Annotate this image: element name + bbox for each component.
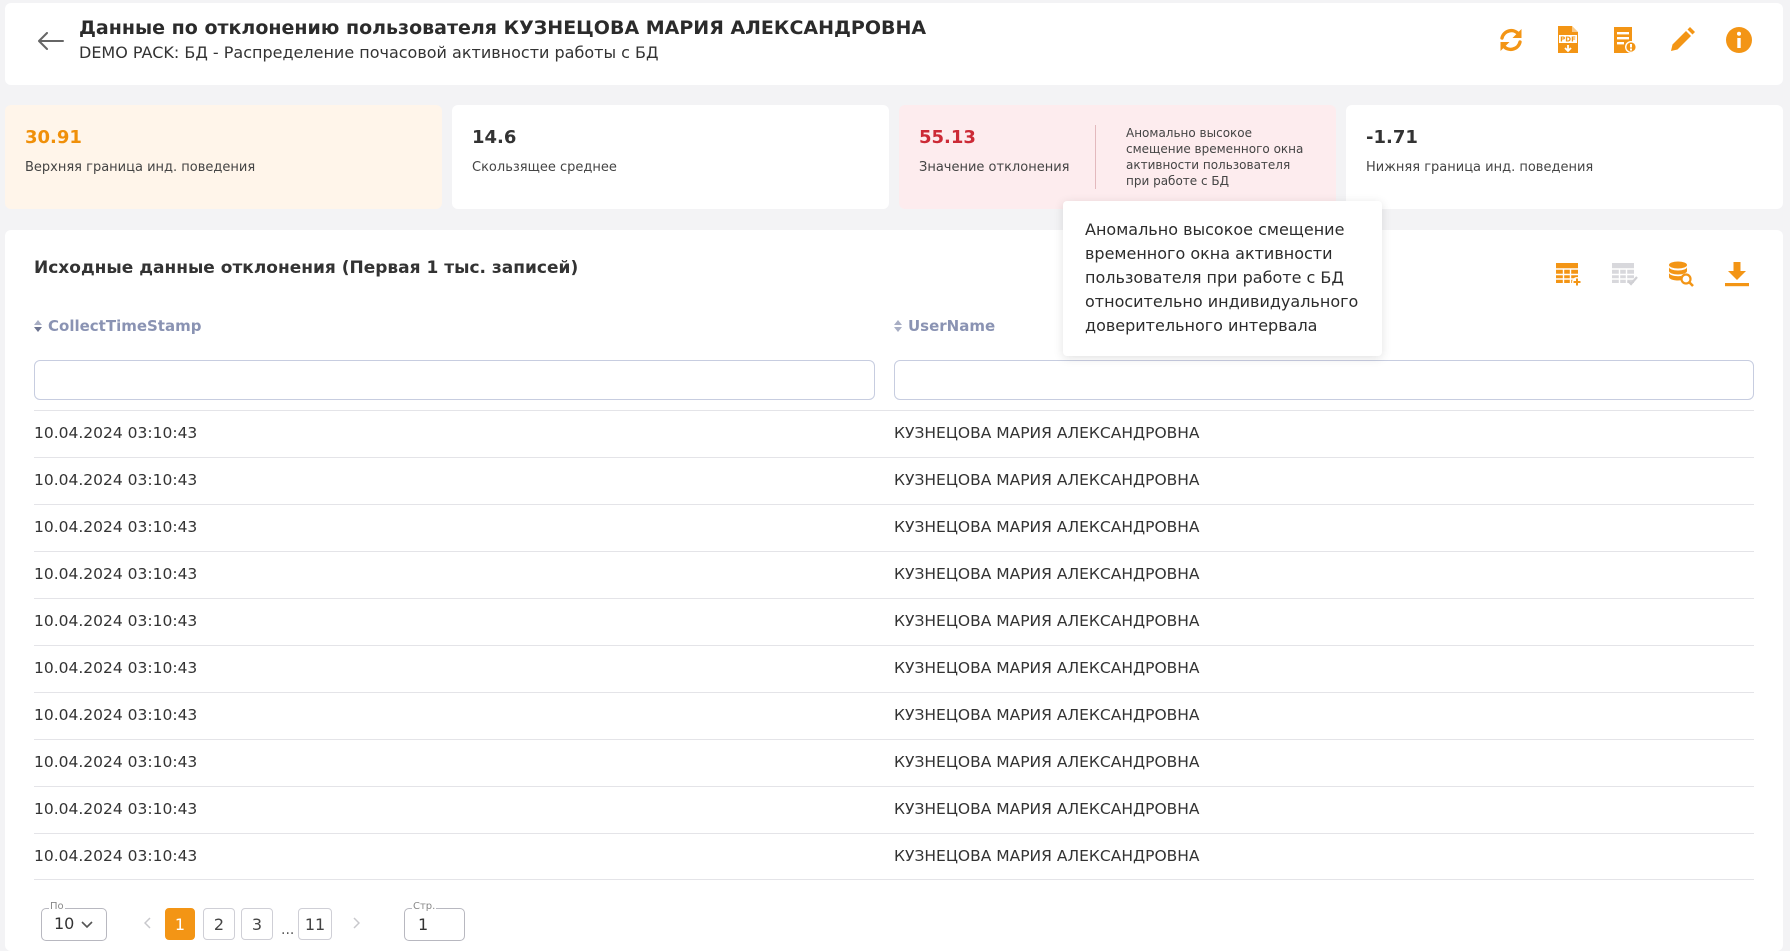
info-button[interactable] — [1723, 23, 1755, 57]
moving-average-value: 14.6 — [472, 127, 517, 148]
download-icon — [1725, 262, 1749, 287]
table-add-icon — [1556, 263, 1582, 287]
chevron-right-icon — [353, 917, 361, 929]
cell-timestamp: 10.04.2024 03:10:43 — [34, 800, 198, 818]
download-button[interactable] — [1721, 258, 1753, 290]
table-row[interactable]: 10.04.2024 03:10:43 КУЗНЕЦОВА МАРИЯ АЛЕКС… — [34, 739, 1754, 786]
panel-title: Исходные данные отклонения (Первая 1 тыс… — [34, 258, 579, 278]
deviation-card[interactable]: 55.13 Значение отклонения Аномально высо… — [899, 105, 1336, 209]
lower-bound-card: -1.71 Нижняя граница инд. поведения — [1346, 105, 1783, 209]
upper-bound-label: Верхняя граница инд. поведения — [25, 160, 256, 175]
table-row[interactable]: 10.04.2024 03:10:43 КУЗНЕЦОВА МАРИЯ АЛЕКС… — [34, 504, 1754, 551]
cell-timestamp: 10.04.2024 03:10:43 — [34, 659, 198, 677]
per-page-select[interactable]: По 10 — [41, 901, 107, 941]
report-icon — [1614, 27, 1637, 53]
cell-timestamp: 10.04.2024 03:10:43 — [34, 565, 198, 583]
pdf-export-icon: PDF — [1558, 26, 1578, 53]
page-number-input[interactable]: Стр. 1 — [404, 901, 465, 941]
cell-username: КУЗНЕЦОВА МАРИЯ АЛЕКСАНДРОВНА — [894, 471, 1200, 489]
upper-bound-card: 30.91 Верхняя граница инд. поведения — [5, 105, 442, 209]
cell-timestamp: 10.04.2024 03:10:43 — [34, 612, 198, 630]
column-header-username[interactable]: UserName — [894, 317, 995, 335]
cell-username: КУЗНЕЦОВА МАРИЯ АЛЕКСАНДРОВНА — [894, 659, 1200, 677]
page-button-2[interactable]: 2 — [203, 908, 235, 940]
column-label: UserName — [908, 317, 996, 335]
sort-icon — [894, 320, 902, 332]
lower-bound-label: Нижняя граница инд. поведения — [1366, 160, 1594, 175]
edit-icon — [1671, 27, 1695, 51]
upper-bound-value: 30.91 — [25, 127, 82, 148]
pagination-ellipsis: ... — [281, 922, 295, 938]
deviation-label: Значение отклонения — [919, 160, 1070, 175]
next-page-button[interactable] — [352, 917, 361, 933]
prev-page-button[interactable] — [143, 917, 152, 933]
table-check-icon — [1612, 263, 1638, 286]
pagination: По 10 1 2 3 ... 11 Стр. 1 — [34, 901, 1034, 943]
page-button-1[interactable]: 1 — [165, 908, 195, 940]
cell-timestamp: 10.04.2024 03:10:43 — [34, 847, 198, 865]
page-subtitle: DEMO PACK: БД - Распределение почасовой … — [79, 43, 659, 62]
deviation-tooltip: Аномально высокое смещение временного ок… — [1063, 201, 1382, 356]
refresh-button[interactable] — [1495, 23, 1527, 57]
chevron-left-icon — [143, 917, 151, 929]
page-input-value: 1 — [418, 915, 429, 934]
table-row[interactable]: 10.04.2024 03:10:43 КУЗНЕЦОВА МАРИЯ АЛЕКС… — [34, 457, 1754, 504]
info-icon — [1726, 27, 1752, 53]
card-divider — [1095, 125, 1096, 189]
table-row[interactable]: 10.04.2024 03:10:43 КУЗНЕЦОВА МАРИЯ АЛЕКС… — [34, 410, 1754, 457]
deviation-description[interactable]: Аномально высокое смещение временного ок… — [1126, 125, 1316, 189]
database-search-icon — [1669, 261, 1694, 287]
filter-username-input[interactable] — [894, 360, 1754, 400]
table-add-button[interactable] — [1553, 258, 1585, 290]
cell-timestamp: 10.04.2024 03:10:43 — [34, 706, 198, 724]
cell-username: КУЗНЕЦОВА МАРИЯ АЛЕКСАНДРОВНА — [894, 565, 1200, 583]
cell-username: КУЗНЕЦОВА МАРИЯ АЛЕКСАНДРОВНА — [894, 612, 1200, 630]
cell-username: КУЗНЕЦОВА МАРИЯ АЛЕКСАНДРОВНА — [894, 518, 1200, 536]
table-row[interactable]: 10.04.2024 03:10:43 КУЗНЕЦОВА МАРИЯ АЛЕКС… — [34, 786, 1754, 833]
column-label: CollectTimeStamp — [48, 317, 202, 335]
moving-average-card: 14.6 Скользящее среднее — [452, 105, 889, 209]
table-row[interactable]: 10.04.2024 03:10:43 КУЗНЕЦОВА МАРИЯ АЛЕКС… — [34, 692, 1754, 739]
page-header: Данные по отклонению пользователя КУЗНЕЦ… — [5, 3, 1783, 85]
refresh-icon — [1500, 29, 1522, 51]
table-body: 10.04.2024 03:10:43 КУЗНЕЦОВА МАРИЯ АЛЕКС… — [34, 410, 1754, 880]
per-page-value: 10 — [54, 914, 75, 933]
cell-timestamp: 10.04.2024 03:10:43 — [34, 518, 198, 536]
cell-timestamp: 10.04.2024 03:10:43 — [34, 424, 198, 442]
table-row[interactable]: 10.04.2024 03:10:43 КУЗНЕЦОВА МАРИЯ АЛЕКС… — [34, 645, 1754, 692]
cell-username: КУЗНЕЦОВА МАРИЯ АЛЕКСАНДРОВНА — [894, 706, 1200, 724]
source-data-panel: Исходные данные отклонения (Первая 1 тыс… — [5, 230, 1783, 951]
per-page-legend: По — [49, 901, 65, 912]
table-row[interactable]: 10.04.2024 03:10:43 КУЗНЕЦОВА МАРИЯ АЛЕКС… — [34, 598, 1754, 645]
filter-collecttimestamp-input[interactable] — [34, 360, 875, 400]
page-input-legend: Стр. — [412, 901, 437, 912]
cell-username: КУЗНЕЦОВА МАРИЯ АЛЕКСАНДРОВНА — [894, 753, 1200, 771]
cell-username: КУЗНЕЦОВА МАРИЯ АЛЕКСАНДРОВНА — [894, 800, 1200, 818]
cell-timestamp: 10.04.2024 03:10:43 — [34, 471, 198, 489]
database-search-button[interactable] — [1665, 258, 1697, 290]
back-button[interactable] — [31, 23, 71, 59]
page-button-11[interactable]: 11 — [298, 908, 332, 940]
table-check-button[interactable] — [1609, 258, 1641, 290]
column-header-collecttimestamp[interactable]: CollectTimeStamp — [34, 317, 201, 335]
page-button-3[interactable]: 3 — [241, 908, 273, 940]
table-row[interactable]: 10.04.2024 03:10:43 КУЗНЕЦОВА МАРИЯ АЛЕКС… — [34, 551, 1754, 598]
edit-button[interactable] — [1666, 23, 1698, 57]
cell-username: КУЗНЕЦОВА МАРИЯ АЛЕКСАНДРОВНА — [894, 424, 1200, 442]
table-row[interactable]: 10.04.2024 03:10:43 КУЗНЕЦОВА МАРИЯ АЛЕКС… — [34, 833, 1754, 880]
chevron-down-icon — [81, 921, 93, 929]
cell-timestamp: 10.04.2024 03:10:43 — [34, 753, 198, 771]
svg-text:PDF: PDF — [1560, 36, 1576, 44]
moving-average-label: Скользящее среднее — [472, 160, 617, 175]
cell-username: КУЗНЕЦОВА МАРИЯ АЛЕКСАНДРОВНА — [894, 847, 1200, 865]
report-button[interactable] — [1609, 23, 1641, 57]
page-title: Данные по отклонению пользователя КУЗНЕЦ… — [79, 17, 927, 39]
lower-bound-value: -1.71 — [1366, 127, 1418, 148]
arrow-left-icon — [38, 32, 64, 50]
sort-icon — [34, 320, 42, 332]
pdf-export-button[interactable]: PDF — [1552, 23, 1584, 57]
deviation-value: 55.13 — [919, 127, 976, 148]
